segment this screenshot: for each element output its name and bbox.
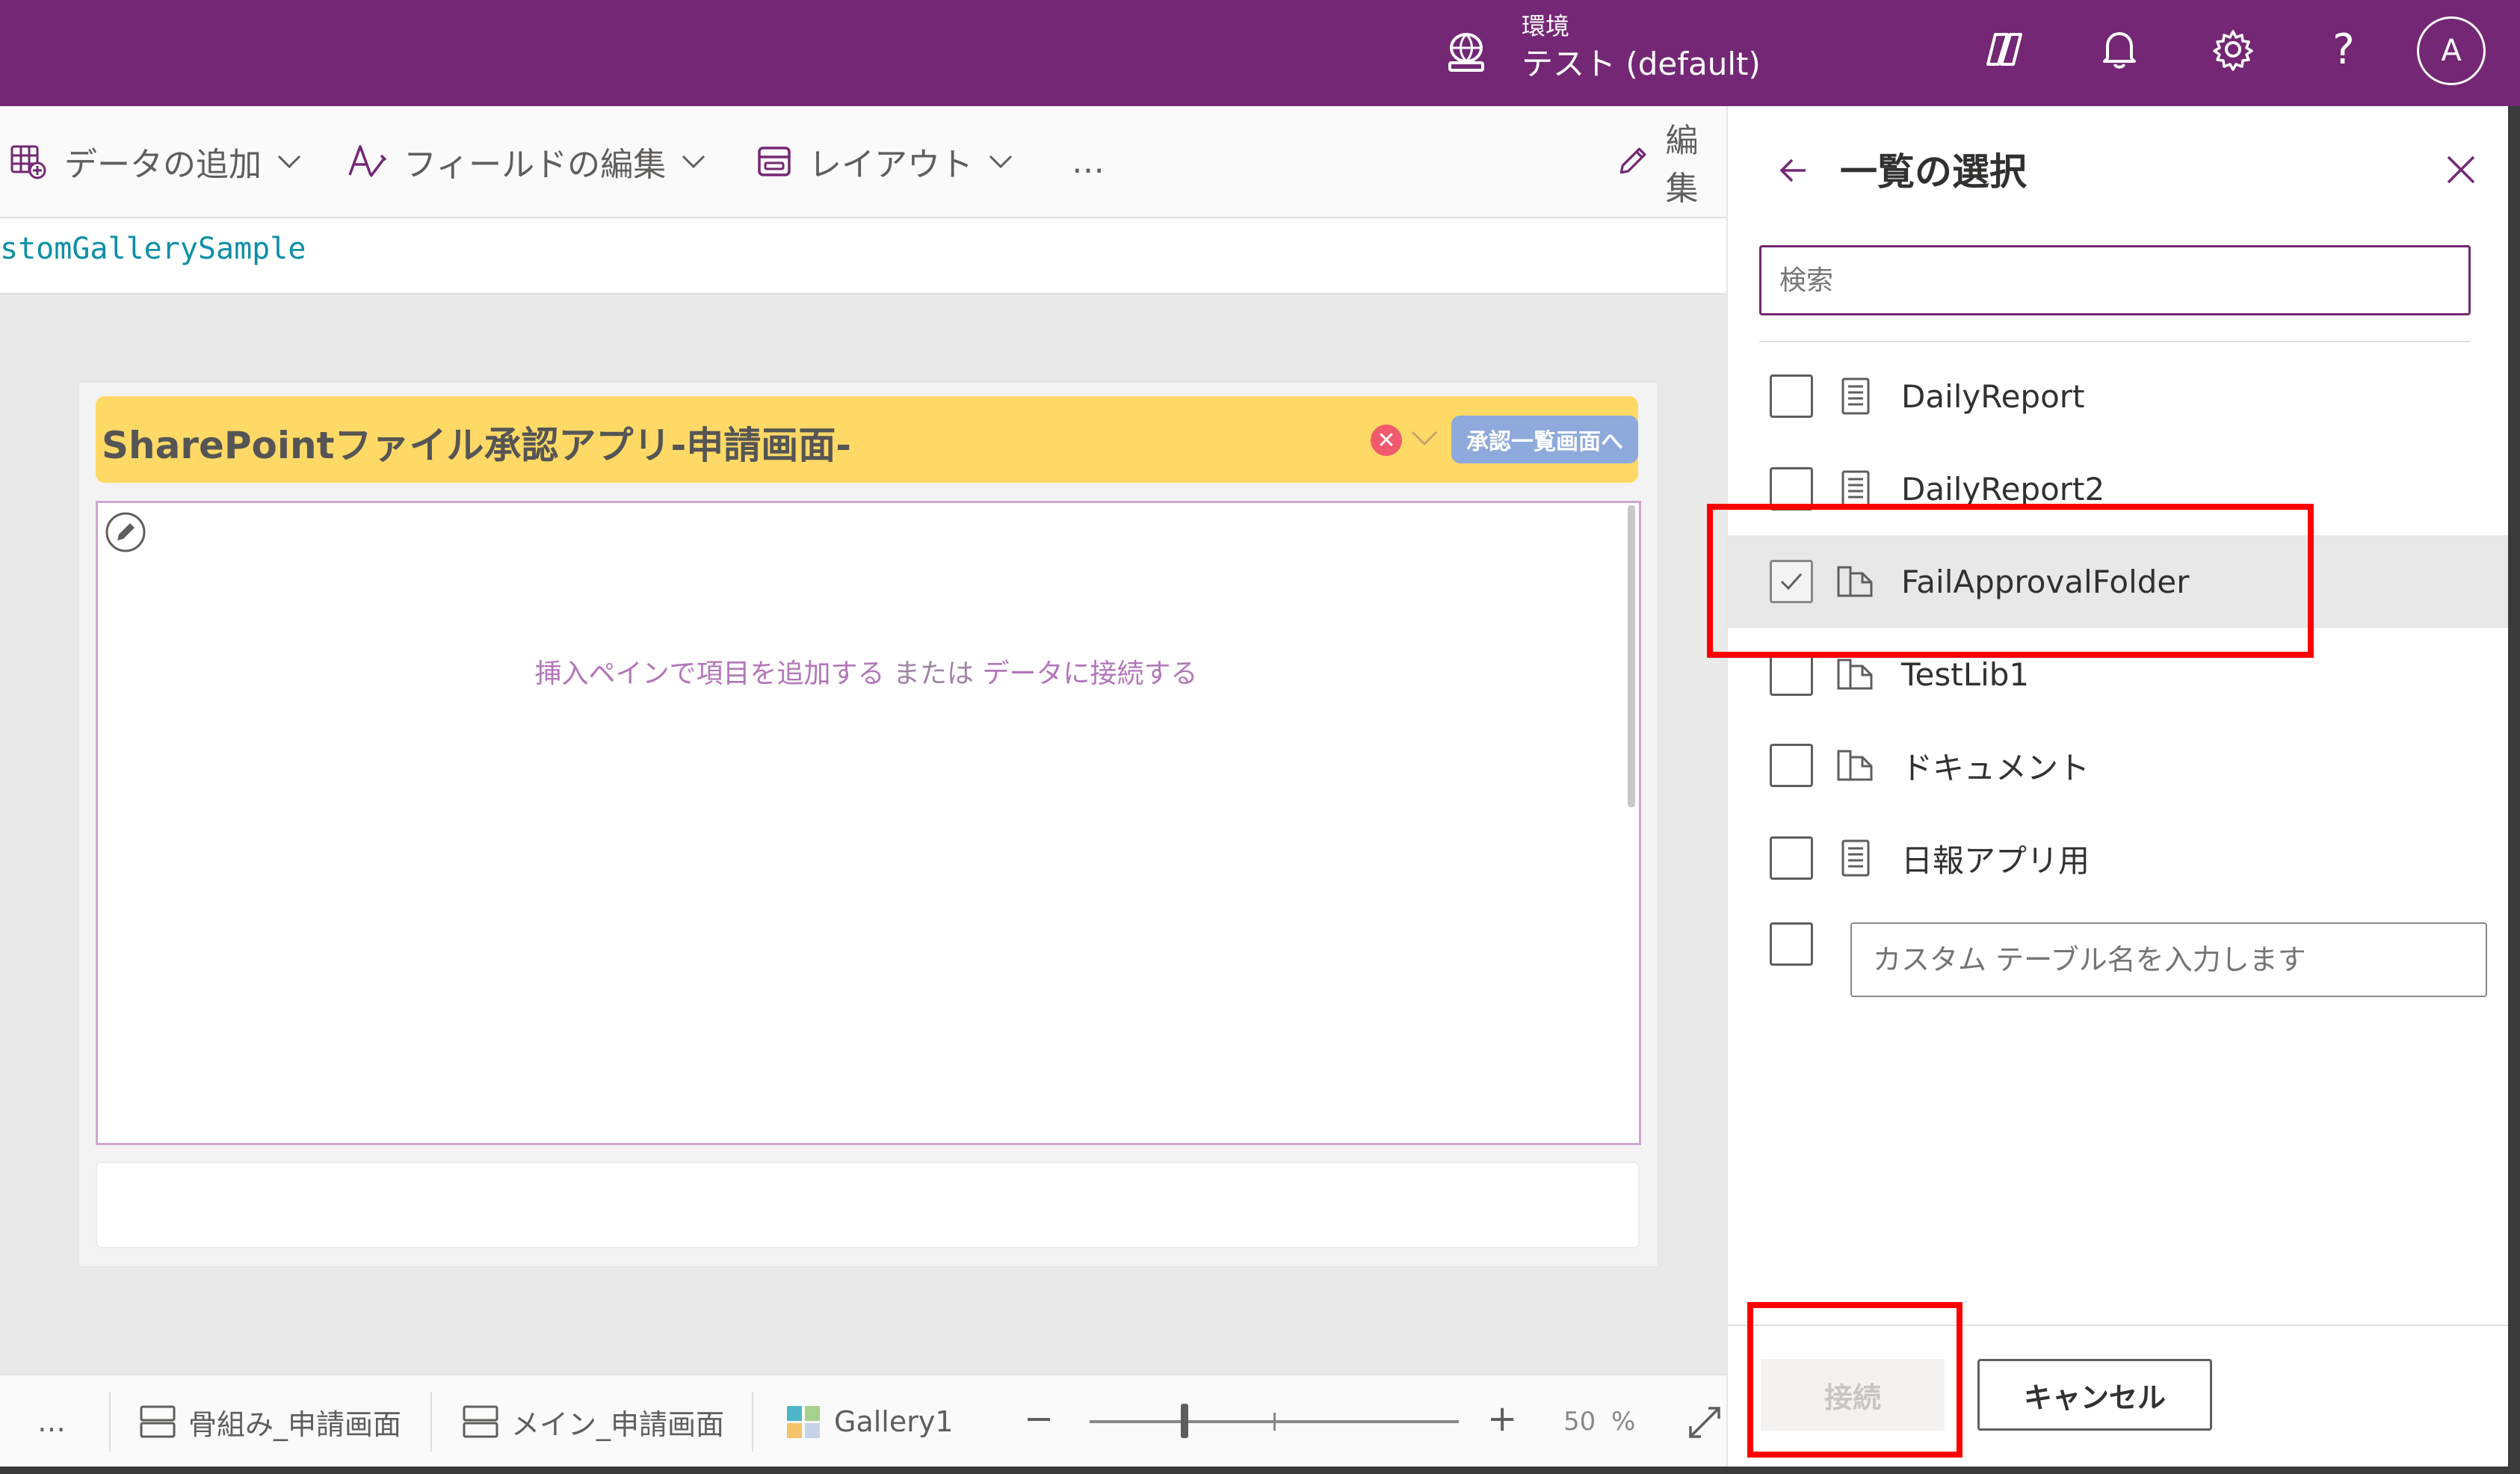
- list-icon: [1841, 377, 1870, 415]
- list-item-checkbox[interactable]: [1770, 374, 1813, 418]
- breadcrumb-item-gallery[interactable]: Gallery1: [785, 1375, 954, 1468]
- insert-pane-link[interactable]: 挿入ペインで項目を追加する: [535, 659, 885, 689]
- list-item-label: 日報アプリ用: [1901, 842, 2090, 879]
- list-item-checkbox[interactable]: [1770, 653, 1813, 696]
- search-input[interactable]: [1759, 245, 2471, 315]
- list-item-daily-report-app[interactable]: 日報アプリ用: [1728, 812, 2508, 904]
- chevron-down-icon: [989, 155, 1013, 169]
- zoom-slider-thumb[interactable]: [1181, 1404, 1188, 1438]
- edit-gallery-icon[interactable]: [105, 511, 146, 553]
- environment-caption: 環境: [1522, 12, 1570, 40]
- breadcrumb-more-button[interactable]: …: [37, 1375, 66, 1468]
- window-edge: [0, 1467, 2520, 1474]
- environment-icon[interactable]: [1445, 30, 1487, 75]
- list-item-label: ドキュメント: [1901, 749, 2090, 786]
- pencil-icon: [1619, 147, 1646, 174]
- help-icon[interactable]: ?: [2314, 19, 2374, 79]
- gallery-placeholder: 挿入ペインで項目を追加する または データに接続する: [96, 652, 1637, 691]
- zoom-in-button[interactable]: +: [1487, 1372, 1517, 1465]
- zoom-slider-tick: [1273, 1413, 1276, 1431]
- zoom-unit: %: [1611, 1407, 1636, 1437]
- cancel-button[interactable]: キャンセル: [1977, 1359, 2212, 1431]
- text-edit-icon: [348, 145, 387, 178]
- list-item-label: DailyReport2: [1901, 470, 2105, 508]
- zoom-out-button[interactable]: −: [1024, 1372, 1054, 1465]
- environment-name[interactable]: テスト (default): [1522, 39, 1761, 84]
- toolbar: データの追加 フィールドの編集 レイアウト … 編集: [0, 106, 1726, 218]
- list-item-documents[interactable]: ドキュメント: [1728, 719, 2508, 812]
- add-data-label: データの追加: [64, 146, 262, 184]
- edit-label: 編集: [1665, 122, 1699, 208]
- edit-fields-label: フィールドの編集: [404, 146, 667, 184]
- highlight-box: [1747, 1302, 1962, 1458]
- formula-bar[interactable]: stomGallerySample: [0, 218, 1726, 295]
- highlight-box: [1707, 504, 2314, 658]
- library-icon: [1837, 659, 1873, 690]
- list-item-checkbox[interactable]: [1770, 744, 1813, 787]
- layout-button[interactable]: レイアウト: [756, 106, 1013, 217]
- fit-to-window-icon[interactable]: [1686, 1404, 1723, 1441]
- breadcrumb-label: Gallery1: [834, 1405, 954, 1438]
- close-icon[interactable]: [2444, 152, 2478, 187]
- back-arrow-icon[interactable]: [1776, 152, 1812, 188]
- library-icon: [1837, 750, 1873, 781]
- custom-table-name-input[interactable]: [1850, 922, 2487, 997]
- connect-data-link[interactable]: データに接続する: [982, 659, 1197, 689]
- breadcrumb-divider: [430, 1392, 432, 1452]
- gear-icon[interactable]: [2203, 19, 2263, 79]
- more-options-button[interactable]: …: [1072, 106, 1105, 217]
- window-edge: [2508, 106, 2520, 1474]
- list-item-dailyreport[interactable]: DailyReport: [1728, 350, 2508, 442]
- breadcrumb-divider: [109, 1392, 111, 1452]
- screen-icon: [463, 1405, 498, 1438]
- formula-text[interactable]: stomGallerySample: [0, 232, 306, 266]
- breadcrumb-divider: [752, 1392, 753, 1452]
- custom-table-checkbox[interactable]: [1770, 922, 1813, 966]
- breadcrumb-label: メイン_申請画面: [511, 1407, 725, 1441]
- status-bar: … 骨組み_申請画面 メイン_申請画面 Gallery1 − + 50 %: [0, 1374, 1726, 1468]
- bottom-container[interactable]: [96, 1162, 1640, 1248]
- zoom-value: 50: [1563, 1407, 1596, 1437]
- placeholder-or: または: [884, 659, 983, 689]
- panel-title: 一覧の選択: [1840, 150, 2027, 194]
- gallery[interactable]: [96, 501, 1641, 1145]
- avatar[interactable]: A: [2417, 16, 2486, 85]
- list-icon: [1841, 839, 1870, 877]
- search-divider: [1759, 341, 2471, 342]
- gallery-icon: [787, 1406, 820, 1438]
- top-bar: 環境 テスト (default) ? A: [0, 0, 2520, 106]
- approval-list-button[interactable]: 承認一覧画面へ: [1451, 416, 1638, 463]
- breadcrumb-label: 骨組み_申請画面: [188, 1407, 402, 1441]
- chevron-down-icon[interactable]: [1408, 423, 1441, 453]
- edit-button[interactable]: 編集: [1616, 106, 1726, 217]
- header-title[interactable]: SharePointファイル承認アプリ-申請画面-: [102, 416, 851, 469]
- list-icon: [1841, 470, 1870, 508]
- table-add-icon: [10, 145, 46, 179]
- list-item-label: DailyReport: [1901, 377, 2085, 415]
- layout-label: レイアウト: [809, 146, 973, 184]
- layout-icon: [758, 147, 791, 176]
- add-data-button[interactable]: データの追加: [9, 106, 302, 217]
- screen-icon: [140, 1405, 176, 1438]
- breadcrumb-item-skeleton-screen[interactable]: 骨組み_申請画面: [139, 1375, 401, 1468]
- edit-fields-button[interactable]: フィールドの編集: [347, 106, 706, 217]
- copilot-icon[interactable]: [1974, 19, 2034, 79]
- breadcrumb-item-main-screen[interactable]: メイン_申請画面: [462, 1375, 724, 1468]
- chevron-down-icon: [277, 155, 301, 169]
- bell-icon[interactable]: [2090, 19, 2149, 79]
- list-item-checkbox[interactable]: [1770, 836, 1813, 880]
- list-item-label: TestLib1: [1901, 656, 2030, 693]
- chevron-down-icon: [682, 155, 705, 169]
- clear-icon[interactable]: ✕: [1371, 425, 1402, 456]
